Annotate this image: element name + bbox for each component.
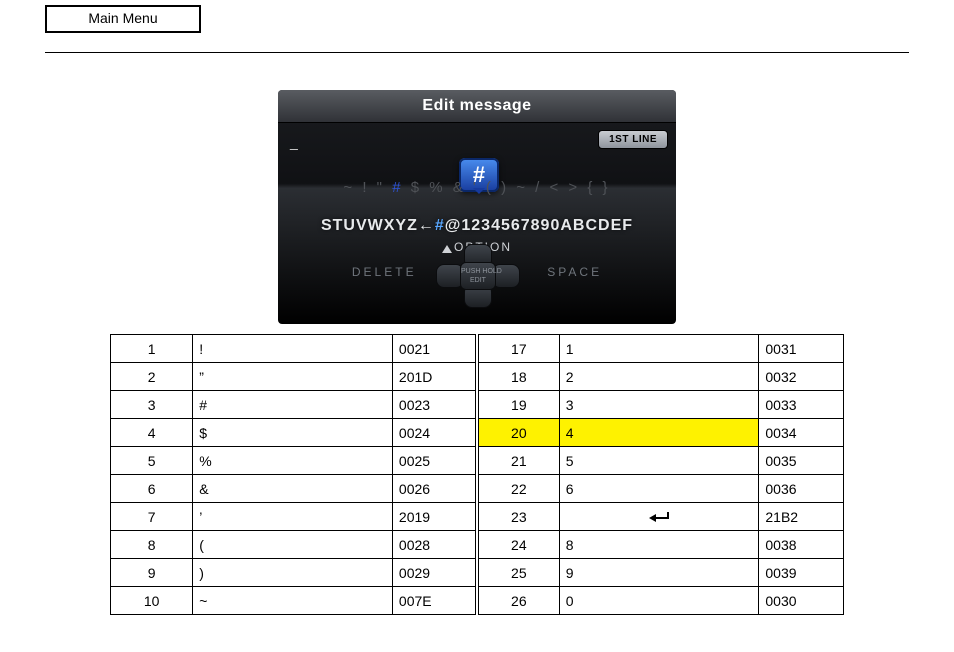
- table-cell: 22: [477, 475, 559, 503]
- table-cell: $: [193, 419, 393, 447]
- table-cell: 3: [111, 391, 193, 419]
- table-cell: 6: [111, 475, 193, 503]
- table-cell: 0028: [392, 531, 477, 559]
- table-cell: 25: [477, 559, 559, 587]
- table-cell: 0038: [759, 531, 844, 559]
- table-row: 10~007E2600030: [111, 587, 844, 615]
- character-table: 1!002117100312”201D18200323#002319300334…: [110, 334, 844, 615]
- table-cell: 6: [559, 475, 759, 503]
- main-menu-button[interactable]: Main Menu: [45, 5, 201, 33]
- table-cell: 0034: [759, 419, 844, 447]
- primary-row-highlight: #: [435, 217, 445, 234]
- secondary-row-highlight: #: [392, 179, 403, 196]
- table-cell: ’: [193, 503, 393, 531]
- table-cell: 0032: [759, 363, 844, 391]
- table-cell: ”: [193, 363, 393, 391]
- table-cell: 1: [111, 335, 193, 363]
- table-cell: 0023: [392, 391, 477, 419]
- table-cell: &: [193, 475, 393, 503]
- table-row: 4$00242040034: [111, 419, 844, 447]
- table-cell: !: [193, 335, 393, 363]
- table-cell: ~: [193, 587, 393, 615]
- table-cell: 2: [559, 363, 759, 391]
- table-cell: 9: [559, 559, 759, 587]
- table-cell: 3: [559, 391, 759, 419]
- table-cell: 21B2: [759, 503, 844, 531]
- table-cell: 0035: [759, 447, 844, 475]
- table-cell: 19: [477, 391, 559, 419]
- secondary-char-row: ~ ! " # $ % & ' ( ) ~ / < > { }: [278, 180, 676, 195]
- table-cell: 0036: [759, 475, 844, 503]
- table-cell: 201D: [392, 363, 477, 391]
- table-cell: 0: [559, 587, 759, 615]
- table-cell: 21: [477, 447, 559, 475]
- table-cell: 5: [111, 447, 193, 475]
- table-cell: 0033: [759, 391, 844, 419]
- table-cell: 2: [111, 363, 193, 391]
- secondary-row-left: ~ ! ": [343, 179, 385, 196]
- table-row: 6&00262260036: [111, 475, 844, 503]
- table-cell: 2019: [392, 503, 477, 531]
- delete-space-row: DELETE SPACE: [278, 265, 676, 279]
- table-cell: 0039: [759, 559, 844, 587]
- table-cell: 1: [559, 335, 759, 363]
- table-cell: 0026: [392, 475, 477, 503]
- table-cell: 0025: [392, 447, 477, 475]
- table-cell: #: [193, 391, 393, 419]
- table-cell: 24: [477, 531, 559, 559]
- table-cell: 17: [477, 335, 559, 363]
- table-cell: (: [193, 531, 393, 559]
- table-cell: 0029: [392, 559, 477, 587]
- table-cell: ): [193, 559, 393, 587]
- table-cell: 18: [477, 363, 559, 391]
- line-indicator-badge: 1ST LINE: [598, 130, 668, 149]
- table-cell: 4: [111, 419, 193, 447]
- table-cell: 20: [477, 419, 559, 447]
- table-cell: 4: [559, 419, 759, 447]
- table-cell: 5: [559, 447, 759, 475]
- table-row: 9)00292590039: [111, 559, 844, 587]
- space-label: SPACE: [547, 265, 602, 279]
- table-cell: 26: [477, 587, 559, 615]
- table-row: 3#00231930033: [111, 391, 844, 419]
- table-row: 7’201923 21B2: [111, 503, 844, 531]
- table-cell: 23: [477, 503, 559, 531]
- table-row: 1!00211710031: [111, 335, 844, 363]
- primary-row-right: @1234567890ABCDEF: [445, 217, 633, 234]
- device-title: Edit message: [278, 90, 676, 123]
- table-cell: 10: [111, 587, 193, 615]
- table-cell: %: [193, 447, 393, 475]
- table-cell: 0021: [392, 335, 477, 363]
- left-triangle-icon: [423, 265, 436, 279]
- delete-label: DELETE: [352, 265, 417, 279]
- return-arrow-icon: [559, 503, 759, 531]
- text-cursor: _: [290, 134, 298, 150]
- device-screenshot: Edit message _ 1ST LINE # ~ ! " # $ % & …: [278, 90, 676, 324]
- table-row: 2”201D1820032: [111, 363, 844, 391]
- table-cell: 0024: [392, 419, 477, 447]
- table-cell: 9: [111, 559, 193, 587]
- table-row: 5%00252150035: [111, 447, 844, 475]
- table-cell: 007E: [392, 587, 477, 615]
- secondary-row-right: $ % & ' ( ) ~ / < > { }: [411, 179, 611, 196]
- table-cell: 8: [111, 531, 193, 559]
- table-cell: 0030: [759, 587, 844, 615]
- primary-row-left: STUVWXYZ←: [321, 217, 435, 234]
- table-cell: 8: [559, 531, 759, 559]
- primary-char-row: STUVWXYZ←#@1234567890ABCDEF: [278, 218, 676, 234]
- table-cell: 7: [111, 503, 193, 531]
- table-row: 8(00282480038: [111, 531, 844, 559]
- right-triangle-icon: [528, 265, 541, 279]
- table-cell: 0031: [759, 335, 844, 363]
- section-divider: [45, 52, 909, 53]
